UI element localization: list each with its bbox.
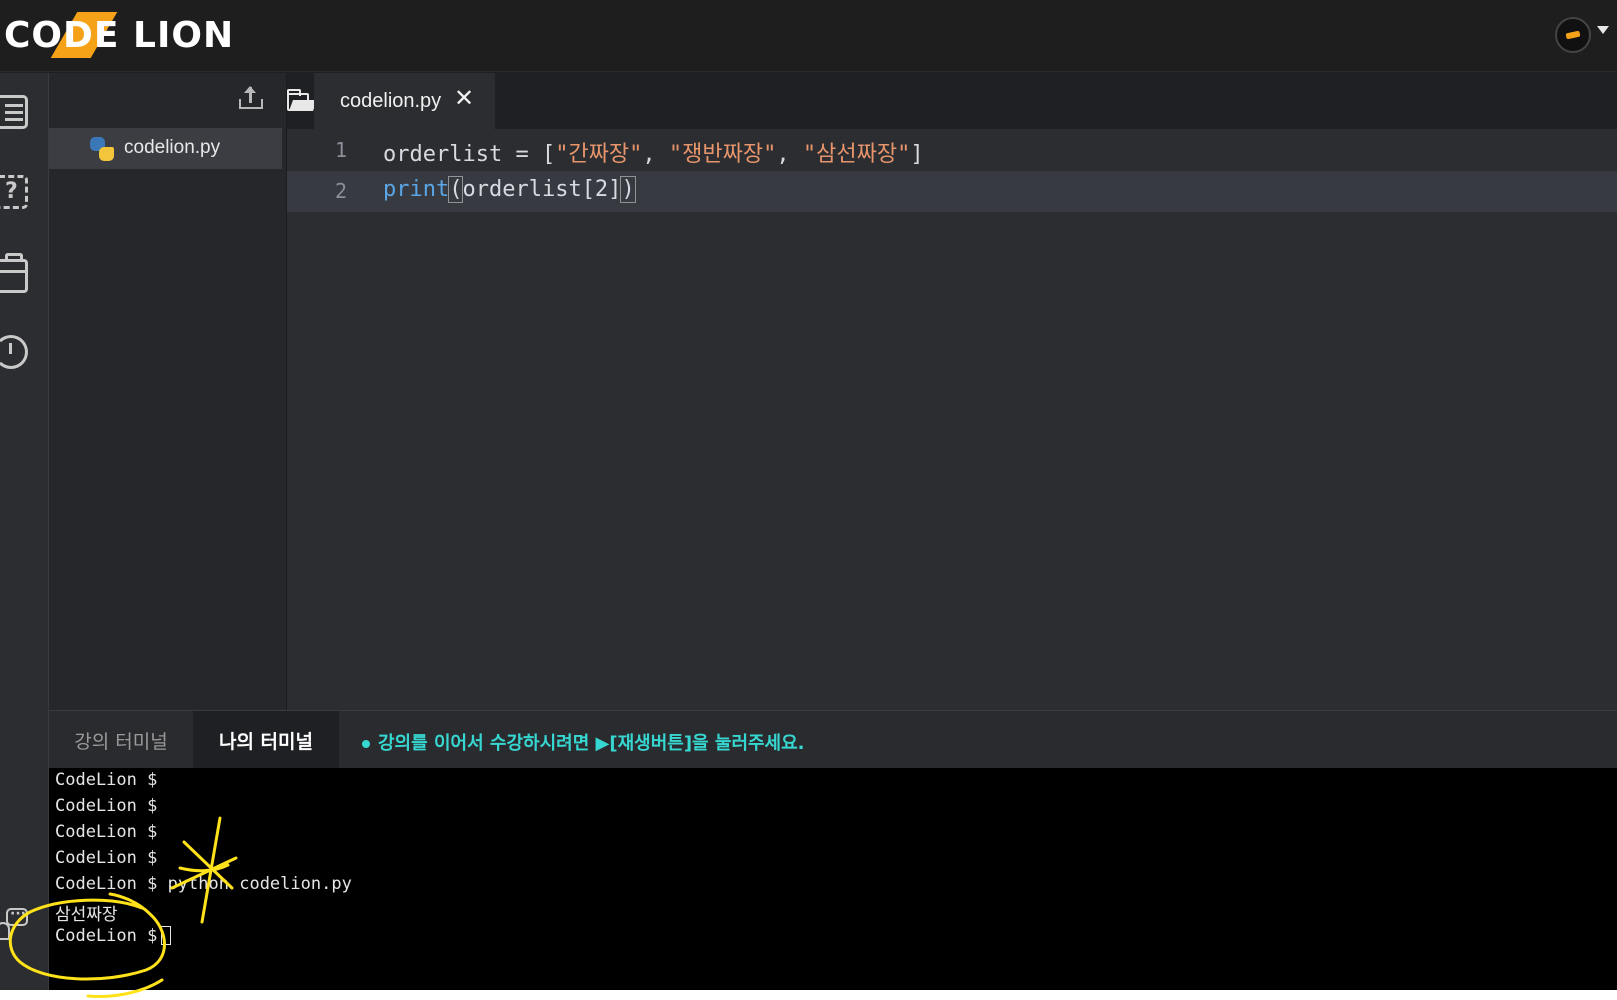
file-item-codelion[interactable]: codelion.py bbox=[49, 128, 282, 169]
chat-bubble bbox=[6, 906, 28, 926]
logo-text: CODE LION bbox=[4, 14, 235, 56]
python-icon-yellow bbox=[99, 147, 114, 161]
code-editor[interactable]: 1 orderlist = ["간짜장", "쟁반짜장", "삼선짜장"] 2 … bbox=[287, 129, 1617, 710]
python-icon bbox=[90, 137, 114, 161]
top-header: CODE LION bbox=[0, 0, 1617, 72]
folder-icon[interactable] bbox=[287, 89, 318, 112]
tab-codelion-py[interactable]: codelion.py ✕ bbox=[314, 73, 495, 129]
lion-avatar-icon[interactable] bbox=[1555, 17, 1591, 53]
terminal-line: CodeLion $ bbox=[55, 796, 158, 816]
line-number: 2 bbox=[334, 179, 347, 203]
person-shape bbox=[0, 922, 10, 940]
terminal-cursor bbox=[161, 926, 172, 945]
tab-my-terminal[interactable]: 나의 터미널 bbox=[193, 711, 339, 769]
left-icon-rail: ? bbox=[0, 73, 49, 1000]
tab-label: codelion.py bbox=[340, 90, 442, 112]
terminal-line: CodeLion $ bbox=[55, 770, 158, 790]
notice-text: 강의를 이어서 수강하시려면 ▶[재생버튼]을 눌러주세요. bbox=[378, 733, 805, 754]
file-explorer: codelion.py bbox=[49, 73, 287, 710]
terminal-prompt: CodeLion $ bbox=[55, 926, 158, 946]
terminal-line: CodeLion $ bbox=[55, 848, 158, 868]
code-line: 1 orderlist = ["간짜장", "쟁반짜장", "삼선짜장"] bbox=[287, 130, 1617, 171]
close-icon[interactable]: ✕ bbox=[454, 86, 474, 110]
upload-arrow bbox=[244, 86, 256, 103]
line-code: print(orderlist[2]) bbox=[383, 176, 636, 203]
terminal-line: 삼선짜장 bbox=[55, 905, 118, 925]
line-code: orderlist = ["간짜장", "쟁반짜장", "삼선짜장"] bbox=[383, 142, 924, 167]
codelion-logo[interactable]: CODE LION bbox=[4, 12, 234, 58]
upload-icon[interactable] bbox=[239, 86, 263, 111]
terminal-output[interactable]: CodeLion $ CodeLion $ CodeLion $ CodeLio… bbox=[49, 768, 1617, 990]
caret-down-icon[interactable] bbox=[1597, 26, 1609, 34]
notice-dot bbox=[362, 740, 370, 748]
editor-tab-bar: codelion.py ✕ bbox=[287, 73, 1617, 129]
resume-notice: 강의를 이어서 수강하시려면 ▶[재생버튼]을 눌러주세요. bbox=[362, 729, 805, 755]
line-number: 1 bbox=[334, 138, 347, 162]
chat-icon[interactable] bbox=[0, 906, 28, 940]
terminal-tab-bar: 강의 터미널 나의 터미널 강의를 이어서 수강하시려면 ▶[재생버튼]을 눌러… bbox=[49, 710, 1617, 769]
folder-front bbox=[288, 100, 318, 111]
avatar-mark bbox=[1565, 30, 1581, 40]
bottom-strip bbox=[0, 990, 1617, 1000]
list-icon[interactable] bbox=[0, 95, 28, 129]
help-glyph: ? bbox=[5, 179, 18, 204]
terminal-line: CodeLion $ python codelion.py bbox=[55, 874, 352, 894]
briefcase-icon[interactable] bbox=[0, 253, 28, 293]
terminal-prompt-line: CodeLion $ bbox=[55, 926, 172, 946]
terminal-line: CodeLion $ bbox=[55, 822, 158, 842]
history-icon[interactable] bbox=[0, 335, 28, 369]
file-name: codelion.py bbox=[124, 137, 221, 158]
help-icon[interactable]: ? bbox=[0, 175, 28, 209]
tab-lecture-terminal[interactable]: 강의 터미널 bbox=[49, 711, 193, 769]
code-line-active: 2 print(orderlist[2]) bbox=[287, 171, 1617, 212]
